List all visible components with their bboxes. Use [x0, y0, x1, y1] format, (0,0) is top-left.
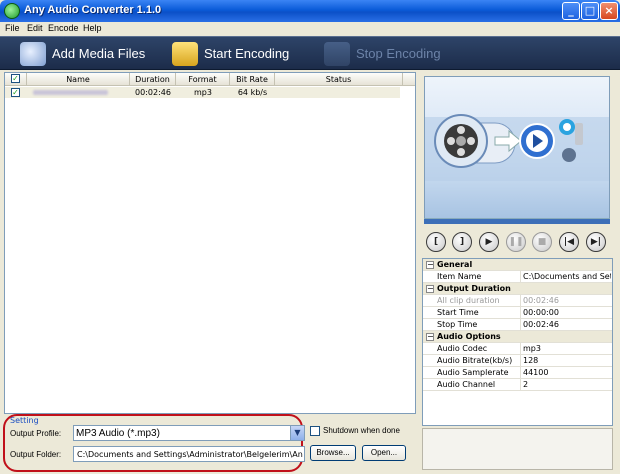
menu-bar: File Edit Encode Help [0, 22, 620, 36]
preview-panel [424, 76, 610, 220]
category-audio-options[interactable]: − Audio Options [423, 331, 612, 343]
maximize-button[interactable]: □ [581, 2, 599, 20]
category-general[interactable]: − General [423, 259, 612, 271]
settings-legend: Setting [10, 416, 39, 425]
preview-logo-graphic [425, 114, 609, 181]
file-list-header: ✓ Name Duration Format Bit Rate Status [5, 73, 415, 86]
next-button[interactable]: ▶| [586, 232, 606, 252]
mark-end-button[interactable]: ] [452, 232, 472, 252]
property-key: Audio Channel [437, 379, 521, 391]
property-row-all-clip-duration: All clip duration 00:02:46 [423, 295, 612, 307]
browse-button[interactable]: Browse... [310, 445, 356, 461]
property-row-audio-codec[interactable]: Audio Codec mp3 [423, 343, 612, 355]
seek-bar[interactable] [424, 218, 610, 224]
stop-button[interactable]: ■ [532, 232, 552, 252]
title-bar[interactable]: Any Audio Converter 1.1.0 _ □ × [0, 0, 620, 22]
output-profile-value: MP3 Audio (*.mp3) [76, 428, 160, 439]
stop-encoding-icon [324, 42, 350, 66]
property-value[interactable]: 128 [521, 355, 611, 367]
column-header-format[interactable]: Format [176, 73, 230, 86]
pause-button[interactable]: ❚❚ [506, 232, 526, 252]
row-duration: 00:02:46 [135, 88, 171, 97]
property-key: Audio Bitrate(kb/s) [437, 355, 521, 367]
close-button[interactable]: × [600, 2, 618, 20]
property-value[interactable]: mp3 [521, 343, 611, 355]
minimize-button[interactable]: _ [562, 2, 580, 20]
category-label: Output Duration [437, 284, 511, 293]
row-checkbox[interactable]: ✓ [11, 88, 20, 97]
property-row-audio-samplerate[interactable]: Audio Samplerate 44100 [423, 367, 612, 379]
add-media-icon [20, 42, 46, 66]
property-value: C:\Documents and Setti... [523, 272, 611, 281]
blurred-file-name [33, 90, 108, 95]
mark-start-button[interactable]: [ [426, 232, 446, 252]
property-key: All clip duration [437, 295, 521, 307]
window-title: Any Audio Converter 1.1.0 [24, 4, 162, 16]
settings-panel: Setting Output Profile: MP3 Audio (*.mp3… [2, 414, 416, 472]
property-key: Audio Codec [437, 343, 521, 355]
output-folder-label: Output Folder: [10, 450, 62, 459]
output-folder-value: C:\Documents and Settings\Administrator\… [77, 450, 303, 459]
column-header-duration[interactable]: Duration [130, 73, 176, 86]
property-row-item-name[interactable]: Item Name C:\Documents and Setti... [423, 271, 612, 283]
property-value[interactable]: 2 [521, 379, 611, 391]
output-profile-select[interactable]: MP3 Audio (*.mp3) ▼ [73, 425, 305, 441]
property-row-start-time[interactable]: Start Time 00:00:00 [423, 307, 612, 319]
header-checkbox-cell: ✓ [5, 73, 27, 86]
category-label: General [437, 260, 473, 269]
highlight-annotation [3, 414, 303, 472]
column-header-name[interactable]: Name [27, 73, 130, 86]
row-bitrate: 64 kb/s [237, 88, 268, 97]
stop-encoding-label: Stop Encoding [356, 46, 441, 61]
add-media-label: Add Media Files [52, 46, 146, 61]
start-encoding-label: Start Encoding [204, 46, 290, 61]
table-row[interactable]: ✓ 00:02:46 mp3 64 kb/s [5, 87, 400, 98]
select-all-checkbox[interactable]: ✓ [11, 74, 20, 83]
property-key: Start Time [437, 307, 521, 319]
start-encoding-icon [172, 42, 198, 66]
playback-controls: [ ] ▶ ❚❚ ■ |◀ ▶| [424, 230, 610, 254]
previous-button[interactable]: |◀ [559, 232, 579, 252]
property-value[interactable]: 00:02:46 [521, 319, 611, 331]
properties-grid: − General Item Name C:\Documents and Set… [422, 258, 613, 426]
column-header-status[interactable]: Status [275, 73, 403, 86]
chevron-down-icon[interactable]: ▼ [290, 426, 304, 440]
output-folder-field[interactable]: C:\Documents and Settings\Administrator\… [73, 446, 305, 462]
property-value[interactable]: 44100 [521, 367, 611, 379]
file-list[interactable]: ✓ Name Duration Format Bit Rate Status ✓… [4, 72, 416, 414]
row-format: mp3 [194, 88, 212, 97]
property-key: Audio Samplerate [437, 367, 521, 379]
menu-edit[interactable]: Edit [27, 23, 43, 33]
output-profile-label: Output Profile: [10, 429, 62, 438]
menu-encode[interactable]: Encode [48, 23, 79, 33]
property-row-stop-time[interactable]: Stop Time 00:02:46 [423, 319, 612, 331]
property-row-audio-channel[interactable]: Audio Channel 2 [423, 379, 612, 391]
property-value: 00:02:46 [523, 296, 559, 305]
menu-file[interactable]: File [5, 23, 20, 33]
category-label: Audio Options [437, 332, 501, 341]
property-value[interactable]: 00:00:00 [521, 307, 611, 319]
open-button[interactable]: Open... [362, 445, 406, 461]
toolbar: Add Media Files Start Encoding Stop Enco… [0, 36, 620, 70]
shutdown-checkbox[interactable] [310, 426, 320, 436]
property-key: Stop Time [437, 319, 521, 331]
property-description-box [422, 428, 613, 470]
column-header-bitrate[interactable]: Bit Rate [230, 73, 275, 86]
property-row-audio-bitrate[interactable]: Audio Bitrate(kb/s) 128 [423, 355, 612, 367]
play-button[interactable]: ▶ [479, 232, 499, 252]
shutdown-label: Shutdown when done [323, 426, 400, 435]
app-icon [4, 3, 20, 19]
category-output-duration[interactable]: − Output Duration [423, 283, 612, 295]
menu-help[interactable]: Help [83, 23, 102, 33]
row-status [275, 87, 400, 98]
property-key: Item Name [437, 271, 521, 283]
